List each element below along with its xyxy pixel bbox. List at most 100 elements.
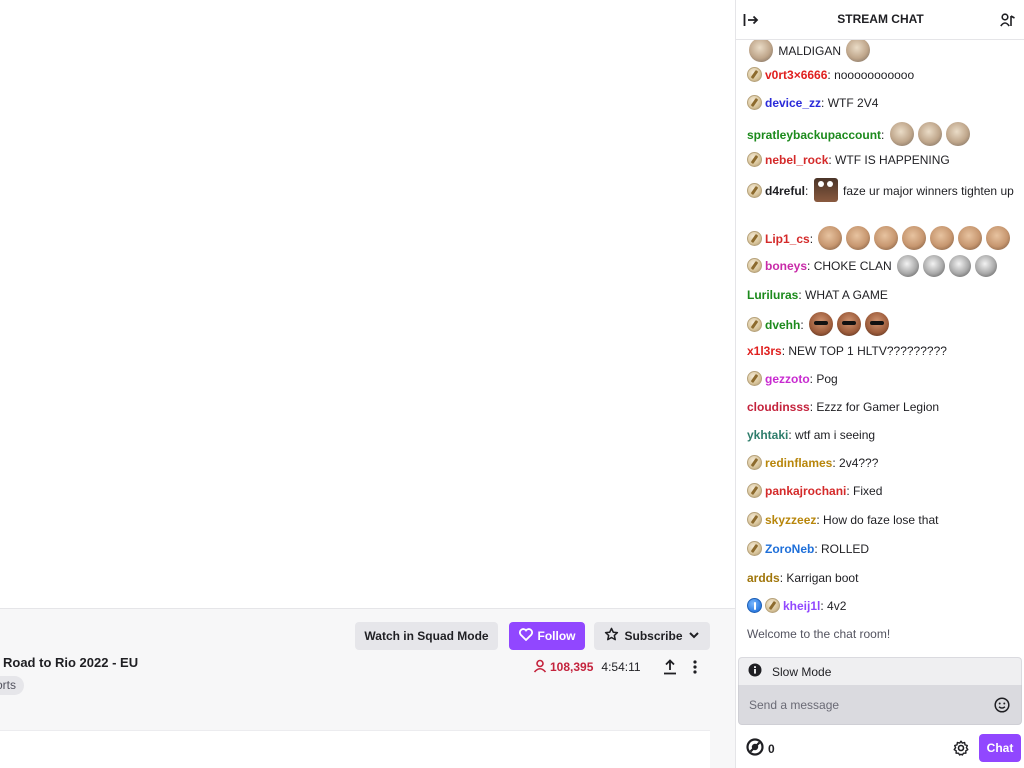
emote-icon — [958, 226, 983, 250]
chat-message: MALDIGAN — [747, 40, 1017, 62]
emote-icon — [917, 122, 942, 146]
chat-message: dvehh: — [747, 312, 1017, 336]
chat-message: gezzoto: Pog — [747, 370, 1017, 388]
chat-username[interactable]: ardds — [747, 571, 780, 585]
prediction-badge-icon — [747, 455, 762, 470]
chat-message: d4reful: faze ur major winners tighten u… — [747, 178, 1017, 202]
prediction-badge-icon — [747, 67, 762, 82]
message-text: NEW TOP 1 HLTV????????? — [788, 344, 947, 358]
gear-icon[interactable] — [951, 738, 971, 758]
users-icon[interactable] — [998, 10, 1018, 30]
emote-icon — [813, 178, 838, 202]
message-text: Karrigan boot — [786, 571, 859, 585]
chat-username[interactable]: nebel_rock — [765, 153, 828, 167]
prediction-badge-icon — [747, 541, 762, 556]
chat-username[interactable]: spratleybackupaccount — [747, 128, 881, 142]
emote-icon — [749, 40, 773, 62]
chat-username[interactable]: redinflames — [765, 456, 832, 470]
chat-message: Luriluras: WHAT A GAME — [747, 288, 888, 302]
prediction-badge-icon — [747, 483, 762, 498]
chat-username[interactable]: dvehh — [765, 318, 800, 332]
chat-username[interactable]: v0rt3×6666 — [765, 68, 827, 82]
chat-message: kheij1l: 4v2 — [747, 597, 1017, 615]
chat-username[interactable]: ykhtaki — [747, 428, 788, 442]
emote-icon — [902, 226, 927, 250]
message-text: CHOKE CLAN — [813, 259, 892, 273]
message-text: How do faze lose that — [823, 513, 939, 527]
chat-message-list[interactable]: MALDIGAN v0rt3×6666: nooooooooooo device… — [736, 40, 1024, 652]
emote-icon — [865, 312, 890, 336]
message-text: 2v4??? — [839, 456, 879, 470]
chat-username[interactable]: Luriluras — [747, 288, 798, 302]
chat-username[interactable]: Lip1_cs — [765, 232, 810, 246]
channel-info-bar: Watch in Squad Mode Follow Subscribe Roa… — [0, 608, 735, 768]
watch-squad-mode-button[interactable]: Watch in Squad Mode — [355, 622, 498, 650]
chat-message: ykhtaki: wtf am i seeing — [747, 428, 876, 442]
message-text: MALDIGAN — [778, 44, 842, 58]
star-icon — [604, 627, 619, 645]
emote-icon — [889, 122, 914, 146]
chat-message: spratleybackupaccount: — [747, 122, 1017, 146]
chat-message: ZoroNeb: ROLLED — [747, 540, 1017, 558]
share-icon[interactable] — [661, 657, 679, 677]
message-text: WTF IS HAPPENING — [835, 153, 950, 167]
slow-mode-label: Slow Mode — [772, 664, 832, 679]
prediction-badge-icon — [747, 371, 762, 386]
gift-badge-icon — [747, 598, 762, 613]
message-text: Ezzz for Gamer Legion — [816, 400, 940, 414]
chat-message: ardds: Karrigan boot — [747, 571, 859, 585]
chat-message: cloudinsss: Ezzz for Gamer Legion — [747, 400, 940, 414]
chat-username[interactable]: cloudinsss — [747, 400, 810, 414]
emote-smile-icon[interactable] — [993, 696, 1011, 714]
channel-points-icon — [746, 738, 764, 759]
about-panel — [0, 730, 710, 768]
chat-message: skyzzeez: How do faze lose that — [747, 511, 1017, 529]
category-tag[interactable]: orts — [0, 676, 25, 695]
chat-username[interactable]: ZoroNeb — [765, 542, 814, 556]
emote-icon — [846, 40, 871, 62]
chat-username[interactable]: device_zz — [765, 96, 821, 110]
prediction-badge-icon — [747, 317, 762, 332]
message-text: 4v2 — [827, 599, 847, 613]
message-text: WTF 2V4 — [827, 96, 879, 110]
follow-button[interactable]: Follow — [509, 622, 585, 650]
message-text: faze ur major winners tighten up — [843, 184, 1014, 198]
emote-icon — [945, 122, 970, 146]
message-text: Fixed — [853, 484, 883, 498]
chat-input-box[interactable] — [738, 685, 1022, 725]
subscribe-button[interactable]: Subscribe — [594, 622, 710, 650]
emote-icon — [874, 226, 899, 250]
chevron-down-icon — [688, 629, 700, 644]
video-player[interactable] — [0, 0, 735, 608]
channel-points[interactable]: 0 — [746, 738, 775, 759]
viewer-count: 108,395 — [550, 660, 594, 674]
chat-message: pankajrochani: Fixed — [747, 482, 1017, 500]
message-text: nooooooooooo — [834, 68, 915, 82]
chat-username[interactable]: x1l3rs — [747, 344, 782, 358]
chat-panel: STREAM CHAT MALDIGAN v0rt3×6666: noooooo… — [735, 0, 1024, 768]
slow-mode-banner: Slow Mode — [738, 657, 1022, 685]
follow-label: Follow — [537, 629, 576, 643]
heart-icon — [518, 628, 533, 644]
chat-username[interactable]: skyzzeez — [765, 513, 816, 527]
chat-message: nebel_rock: WTF IS HAPPENING — [747, 151, 1017, 169]
send-message-input[interactable] — [749, 697, 993, 712]
chat-username[interactable]: gezzoto — [765, 372, 810, 386]
chat-message: device_zz: WTF 2V4 — [747, 94, 1017, 112]
welcome-message: Welcome to the chat room! — [747, 627, 891, 641]
more-vertical-icon[interactable] — [689, 657, 701, 677]
emote-icon — [923, 255, 946, 277]
send-chat-button[interactable]: Chat — [979, 734, 1021, 762]
chat-message: x1l3rs: NEW TOP 1 HLTV????????? — [747, 344, 947, 358]
chat-button-label: Chat — [986, 741, 1014, 755]
chat-username[interactable]: boneys — [765, 259, 807, 273]
chat-username[interactable]: d4reful — [765, 184, 805, 198]
emote-icon — [846, 226, 871, 250]
chat-username[interactable]: kheij1l — [783, 599, 820, 613]
emote-icon — [897, 255, 920, 277]
emote-icon — [949, 255, 972, 277]
emote-icon — [975, 255, 998, 277]
squad-mode-label: Watch in Squad Mode — [364, 629, 489, 643]
chat-message: boneys: CHOKE CLAN — [747, 255, 1017, 277]
chat-username[interactable]: pankajrochani — [765, 484, 846, 498]
